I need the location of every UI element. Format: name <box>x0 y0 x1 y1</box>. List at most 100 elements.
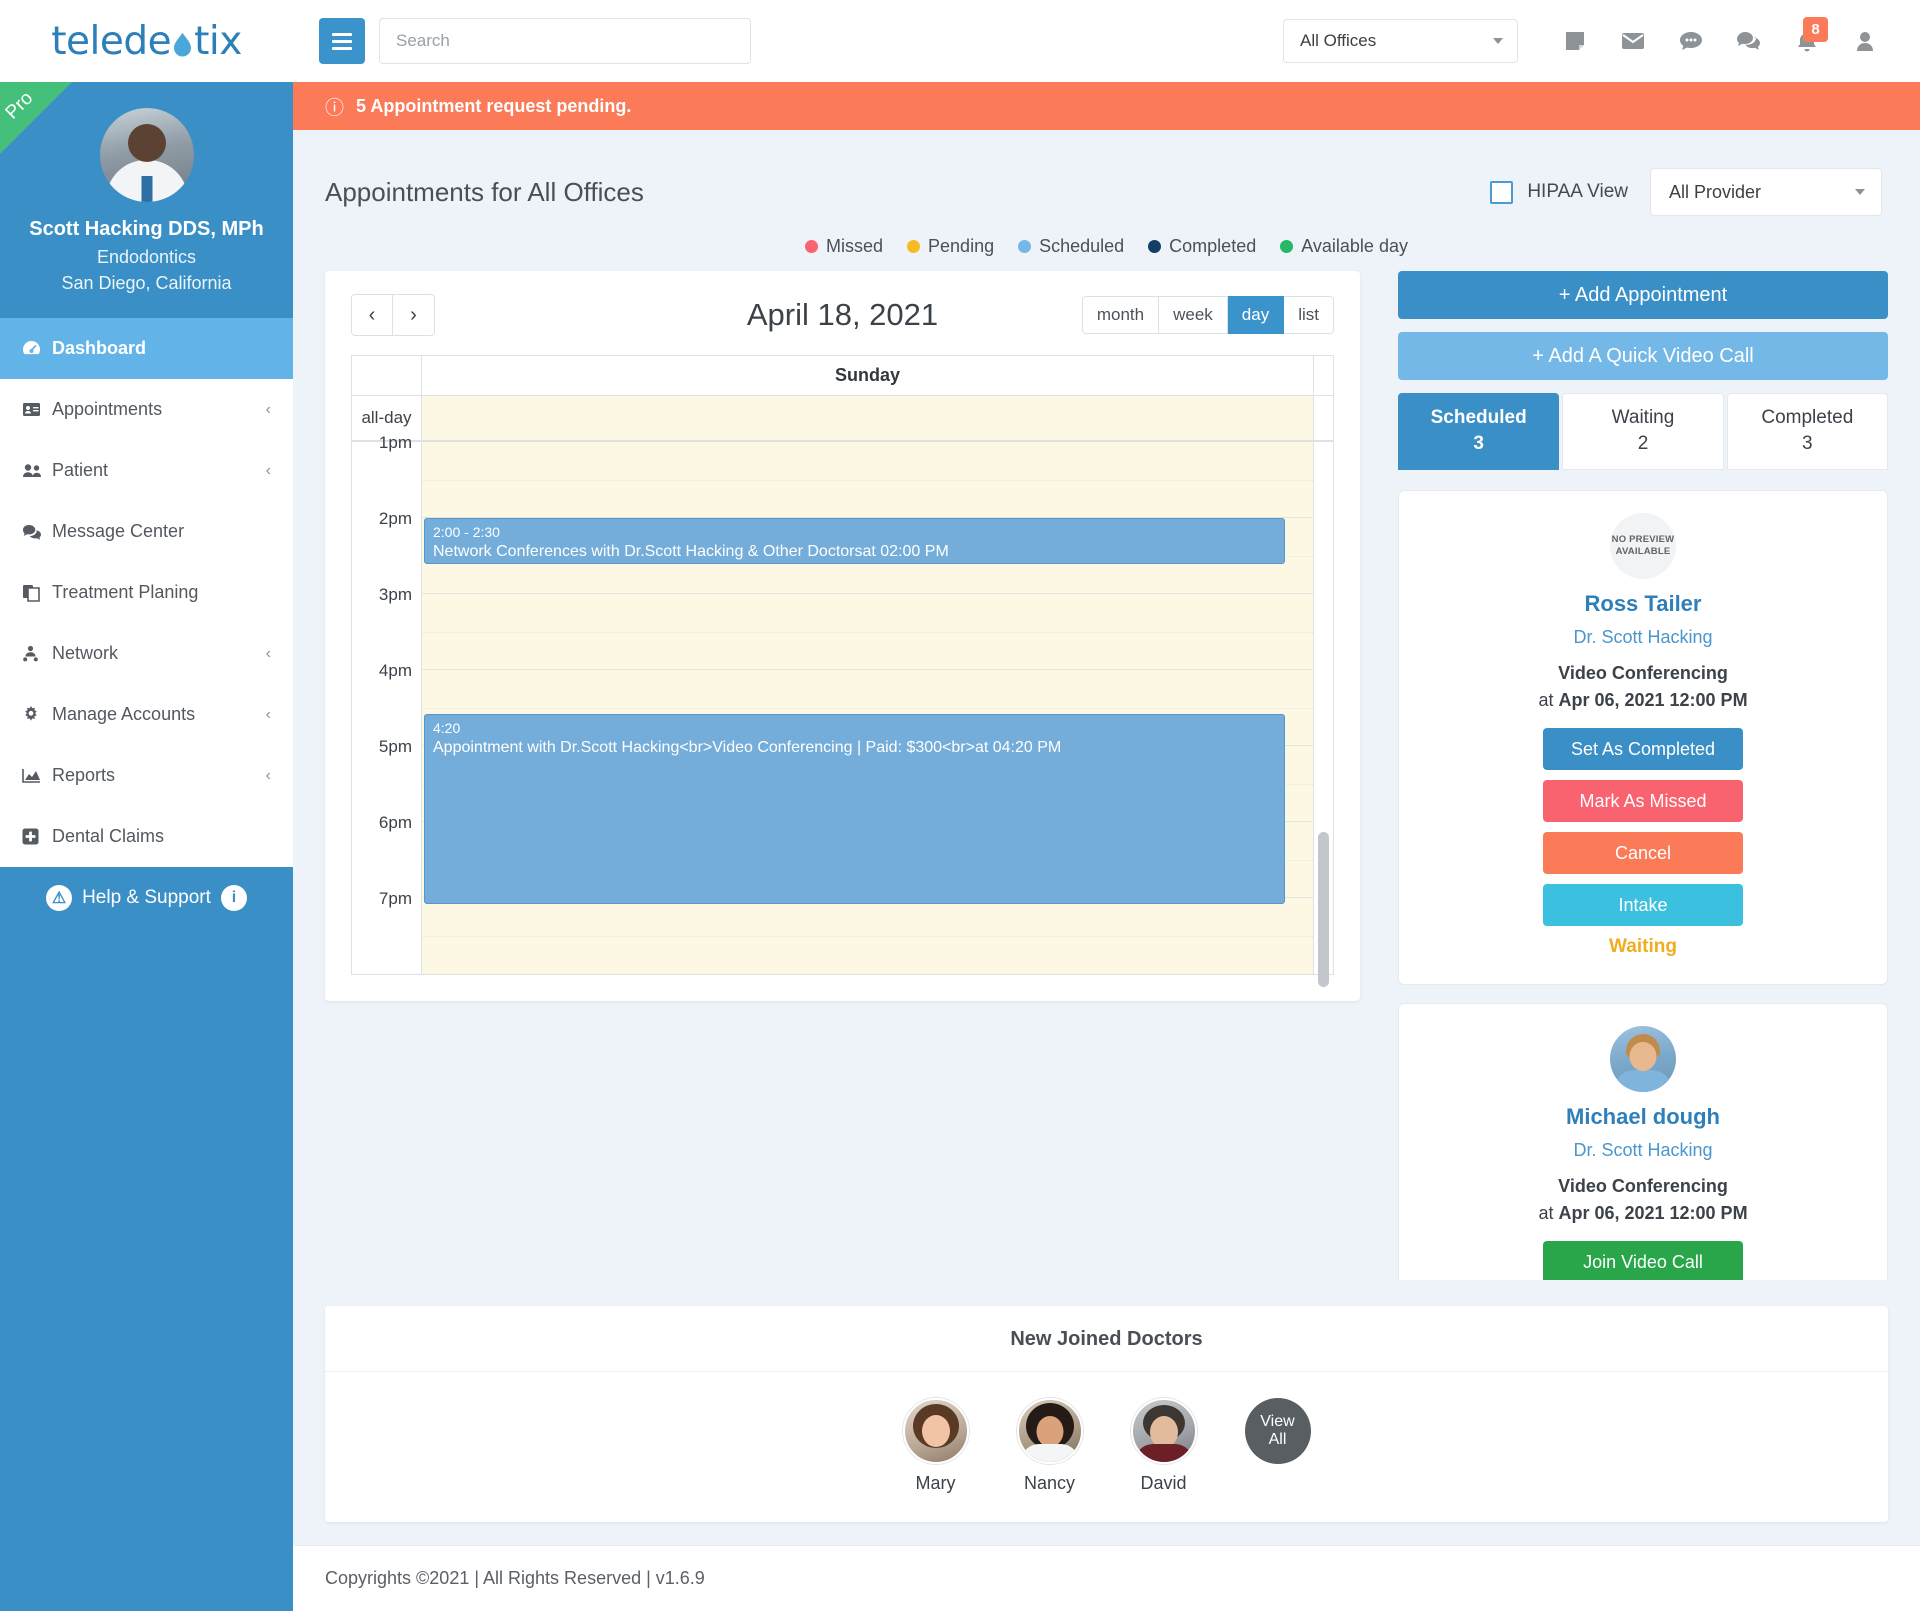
provider-name[interactable]: Dr. Scott Hacking <box>1425 627 1861 648</box>
appointment-card: NO PREVIEW AVAILABLE Ross Tailer Dr. Sco… <box>1398 490 1888 985</box>
appointment-type: Video Conferencing <box>1558 1176 1728 1196</box>
new-joined-doctors-title: New Joined Doctors <box>325 1306 1888 1372</box>
calendar-event[interactable]: 2:00 - 2:30 Network Conferences with Dr.… <box>424 518 1285 564</box>
doctor-item[interactable]: David <box>1121 1398 1207 1494</box>
time-slot-label: 2pm <box>352 509 421 594</box>
legend-item-missed: Missed <box>805 236 883 257</box>
sidebar-item-appointments[interactable]: Appointments ‹ <box>0 379 293 440</box>
add-quick-video-call-button[interactable]: + Add A Quick Video Call <box>1398 332 1888 380</box>
pending-alert-banner[interactable]: ⓘ 5 Appointment request pending. <box>293 82 1920 130</box>
manage-accounts-icon <box>22 705 52 724</box>
calendar-event-area[interactable]: 2:00 - 2:30 Network Conferences with Dr.… <box>422 442 1313 974</box>
appointment-status-tabs: Scheduled 3 Waiting 2 Completed 3 <box>1398 393 1888 470</box>
view-all-line2: All <box>1268 1431 1287 1448</box>
bell-icon[interactable]: 8 <box>1778 17 1836 63</box>
page-title: Appointments for All Offices <box>325 176 644 207</box>
view-day-button[interactable]: day <box>1227 296 1285 334</box>
tab-waiting[interactable]: Waiting 2 <box>1562 393 1724 470</box>
appointment-meta: Video Conferencing at Apr 06, 2021 12:00… <box>1425 660 1861 714</box>
tab-count: 3 <box>1473 433 1484 454</box>
no-preview-avatar: NO PREVIEW AVAILABLE <box>1610 513 1676 579</box>
page-header-controls: HIPAA View All Provider <box>1490 168 1882 216</box>
calendar-card: ‹ › April 18, 2021 month week day list S… <box>325 271 1360 1001</box>
calendar-view-switcher: month week day list <box>1081 296 1334 334</box>
calendar-scrollbar-thumb[interactable] <box>1318 832 1329 987</box>
doctor-item[interactable]: Nancy <box>1007 1398 1093 1494</box>
calendar-scroll-pad <box>1313 356 1333 395</box>
tab-scheduled[interactable]: Scheduled 3 <box>1398 393 1560 470</box>
event-title: Network Conferences with Dr.Scott Hackin… <box>433 542 949 560</box>
time-slot-label: 4pm <box>352 661 421 746</box>
sidebar-item-treatment-planing[interactable]: Treatment Planing <box>0 562 293 623</box>
sidebar-item-manage-accounts[interactable]: Manage Accounts ‹ <box>0 684 293 745</box>
next-day-button[interactable]: › <box>393 294 435 336</box>
sidebar-item-message-center[interactable]: Message Center <box>0 501 293 562</box>
sidebar-nav: Dashboard Appointments ‹ Patient ‹ Messa… <box>0 318 293 868</box>
sidebar-item-dental-claims[interactable]: Dental Claims <box>0 806 293 867</box>
tab-label: Completed <box>1761 407 1854 428</box>
provider-name[interactable]: Dr. Scott Hacking <box>1425 1140 1861 1161</box>
help-support-button[interactable]: ⚠ Help & Support i <box>0 867 293 930</box>
search-input[interactable] <box>379 18 751 64</box>
hamburger-icon[interactable] <box>319 18 365 64</box>
main-content: ⓘ 5 Appointment request pending. Appoint… <box>293 82 1920 1611</box>
comments-icon[interactable] <box>1720 19 1778 63</box>
sidebar-item-reports[interactable]: Reports ‹ <box>0 745 293 806</box>
allday-scroll-pad <box>1313 396 1333 440</box>
doctor-name: Mary <box>915 1473 956 1493</box>
time-slot-label: 1pm <box>352 433 421 518</box>
sidebar-item-patient[interactable]: Patient ‹ <box>0 440 293 501</box>
page-content: Appointments for All Offices HIPAA View … <box>293 130 1920 1545</box>
chat-icon[interactable] <box>1662 19 1720 63</box>
envelope-icon[interactable] <box>1604 19 1662 63</box>
status-legend: Missed Pending Scheduled Completed Avail… <box>293 216 1920 271</box>
sidebar-item-label: Message Center <box>52 521 185 542</box>
legend-dot <box>907 240 921 253</box>
view-all-doctors[interactable]: View All <box>1235 1398 1321 1494</box>
prev-day-button[interactable]: ‹ <box>351 294 393 336</box>
appointments-side-column: + Add Appointment + Add A Quick Video Ca… <box>1398 271 1888 1280</box>
join-video-call-button[interactable]: Join Video Call <box>1543 1241 1743 1280</box>
tab-completed[interactable]: Completed 3 <box>1726 393 1888 470</box>
intake-button[interactable]: Intake <box>1543 884 1743 926</box>
view-month-button[interactable]: month <box>1081 296 1160 334</box>
note-icon[interactable] <box>1546 19 1604 63</box>
provider-filter-select[interactable]: All Provider <box>1650 168 1882 216</box>
sidebar: Pro Scott Hacking DDS, MPh Endodontics S… <box>0 82 293 1611</box>
no-preview-line1: NO PREVIEW <box>1611 533 1675 545</box>
calendar-header-row: Sunday <box>352 356 1333 396</box>
appointments-icon <box>22 402 52 417</box>
patient-name[interactable]: Ross Tailer <box>1425 591 1861 617</box>
dashboard-icon <box>22 340 52 357</box>
mark-as-missed-button[interactable]: Mark As Missed <box>1543 780 1743 822</box>
patient-name[interactable]: Michael dough <box>1425 1104 1861 1130</box>
office-filter-select[interactable]: All Offices <box>1283 19 1518 63</box>
add-appointment-button[interactable]: + Add Appointment <box>1398 271 1888 319</box>
brand-logo[interactable]: teled e tix <box>0 0 293 82</box>
tab-label: Waiting <box>1611 407 1675 428</box>
doctor-item[interactable]: Mary <box>893 1398 979 1494</box>
page-header: Appointments for All Offices HIPAA View … <box>293 130 1920 216</box>
view-week-button[interactable]: week <box>1159 296 1228 334</box>
sidebar-filler <box>0 929 293 1611</box>
provider-filter-value: All Provider <box>1669 181 1762 202</box>
sidebar-item-network[interactable]: Network ‹ <box>0 623 293 684</box>
view-list-button[interactable]: list <box>1284 296 1334 334</box>
legend-dot <box>1018 240 1032 253</box>
hipaa-view-toggle[interactable]: HIPAA View <box>1490 180 1628 204</box>
chevron-down-icon <box>1493 38 1503 44</box>
hipaa-view-checkbox[interactable] <box>1490 180 1514 204</box>
allday-cell[interactable] <box>422 396 1313 440</box>
view-all-button[interactable]: View All <box>1244 1398 1311 1464</box>
sidebar-item-label: Dental Claims <box>52 826 165 847</box>
calendar-scrollbar[interactable] <box>1313 442 1333 987</box>
appointment-cards-list[interactable]: NO PREVIEW AVAILABLE Ross Tailer Dr. Sco… <box>1398 490 1888 1280</box>
set-as-completed-button[interactable]: Set As Completed <box>1543 728 1743 770</box>
sidebar-item-dashboard[interactable]: Dashboard <box>0 318 293 380</box>
calendar-event[interactable]: 4:20 Appointment with Dr.Scott Hacking<b… <box>424 714 1285 904</box>
legend-item-completed: Completed <box>1148 236 1256 257</box>
user-icon[interactable] <box>1836 19 1894 63</box>
calendar-nav: ‹ › <box>351 294 435 336</box>
cancel-button[interactable]: Cancel <box>1543 832 1743 874</box>
tab-count: 2 <box>1637 433 1649 454</box>
